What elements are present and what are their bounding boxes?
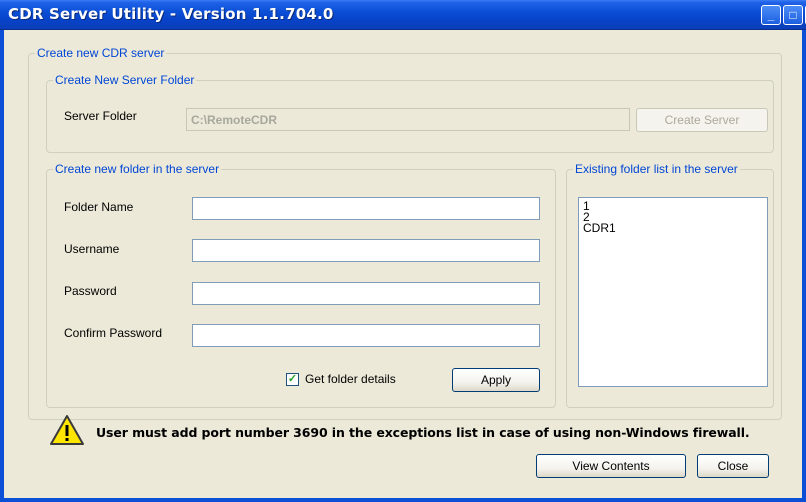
close-button[interactable]: Close — [697, 454, 769, 478]
window-title: CDR Server Utility - Version 1.1.704.0 — [8, 5, 334, 23]
minimize-button[interactable]: _ — [761, 5, 781, 25]
server-folder-label: Server Folder — [64, 109, 137, 123]
folder-name-label: Folder Name — [64, 200, 134, 214]
server-folder-input — [186, 108, 630, 131]
existing-folder-legend: Existing folder list in the server — [575, 162, 738, 176]
list-item[interactable]: 1 — [583, 200, 763, 212]
warning-triangle-icon — [50, 415, 84, 445]
password-input[interactable] — [192, 282, 540, 305]
username-label: Username — [64, 242, 120, 256]
folder-name-input[interactable] — [192, 197, 540, 220]
checkmark-icon: ✓ — [287, 372, 298, 385]
minimize-icon: _ — [767, 8, 775, 22]
apply-button[interactable]: Apply — [452, 368, 540, 392]
username-input[interactable] — [192, 239, 540, 262]
title-bar[interactable]: CDR Server Utility - Version 1.1.704.0 _… — [0, 0, 806, 30]
maximize-button[interactable]: □ — [783, 5, 803, 25]
get-folder-details-label: Get folder details — [305, 372, 396, 386]
maximize-icon: □ — [789, 8, 797, 22]
get-folder-details-checkbox[interactable]: ✓ Get folder details — [286, 372, 396, 386]
new-folder-legend: Create new folder in the server — [55, 162, 220, 176]
app-window: CDR Server Utility - Version 1.1.704.0 _… — [0, 0, 806, 502]
create-cdr-server-legend: Create new CDR server — [37, 46, 165, 60]
server-folder-legend: Create New Server Folder — [55, 73, 195, 87]
confirm-password-label: Confirm Password — [64, 326, 163, 340]
create-server-button: Create Server — [636, 108, 768, 132]
list-item[interactable]: CDR1 — [583, 222, 763, 234]
firewall-warning-text: User must add port number 3690 in the ex… — [96, 425, 750, 440]
confirm-password-input[interactable] — [192, 324, 540, 347]
password-label: Password — [64, 284, 117, 298]
view-contents-button[interactable]: View Contents — [536, 454, 686, 478]
existing-folder-list[interactable]: 1 2 CDR1 — [578, 197, 768, 387]
checkbox-box[interactable]: ✓ — [286, 372, 299, 386]
